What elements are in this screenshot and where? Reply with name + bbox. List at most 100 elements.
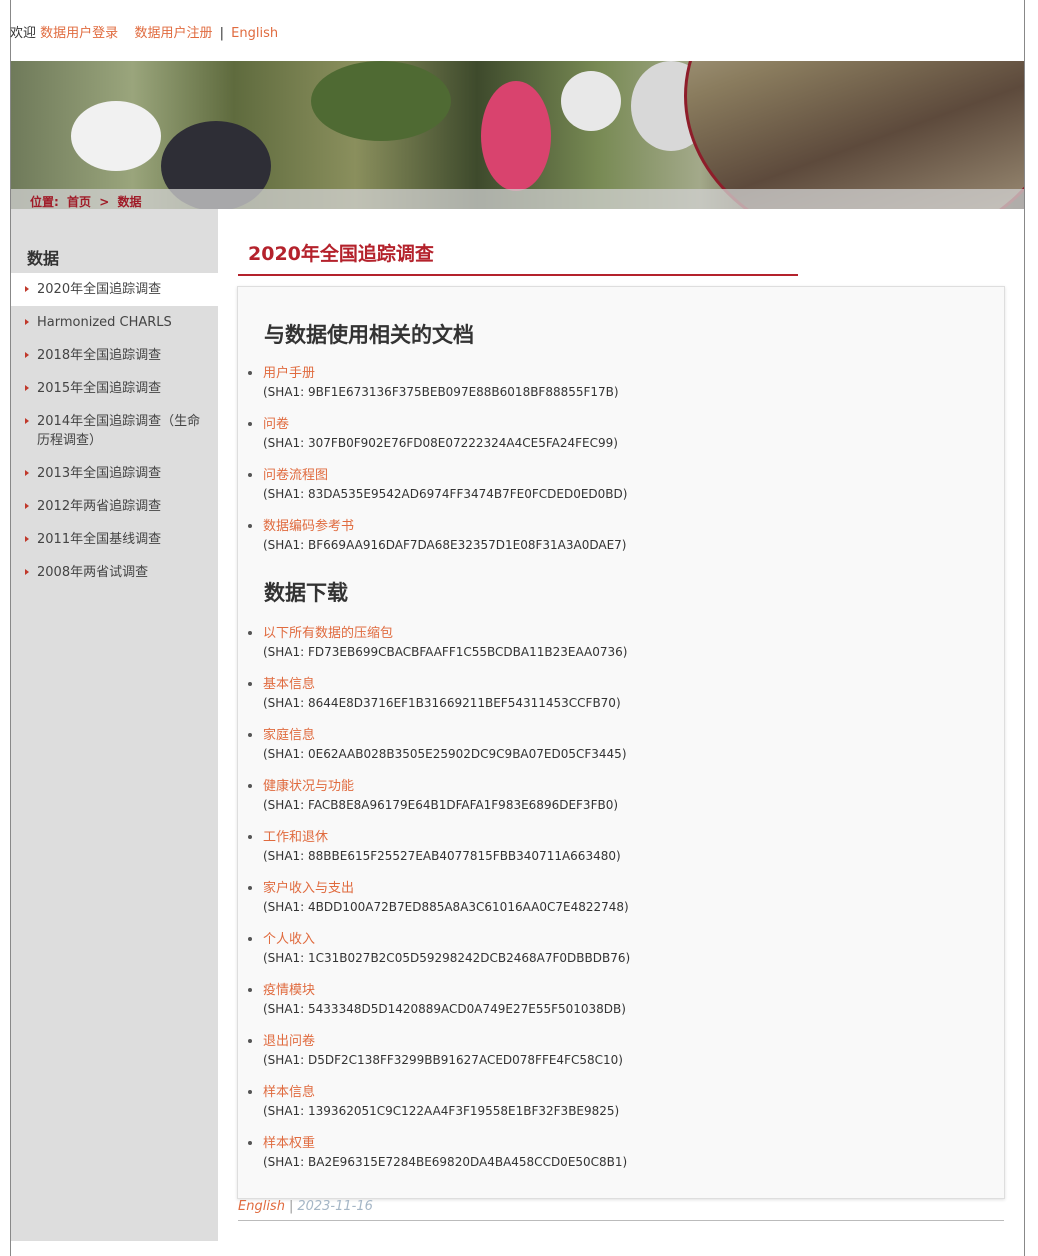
register-link[interactable]: 数据用户注册 (134, 26, 212, 41)
page-border-right (1024, 0, 1025, 1256)
download-link[interactable]: 健康状况与功能 (263, 778, 978, 796)
sha1-hash: (SHA1: 5433348D5D1420889ACD0A749E27E55F5… (263, 1002, 626, 1016)
download-link[interactable]: 基本信息 (263, 676, 978, 694)
breadcrumb: 位置: 首页 > 数据 (30, 193, 145, 210)
bullet-arrow-icon (25, 418, 29, 424)
sidebar: 数据 2020年全国追踪调查 Harmonized CHARLS 2018年全国… (11, 209, 218, 1241)
breadcrumb-current: 数据 (117, 195, 142, 209)
sidebar-nav: 2020年全国追踪调查 Harmonized CHARLS 2018年全国追踪调… (11, 273, 218, 589)
sidebar-item-label: 2020年全国追踪调查 (37, 282, 162, 297)
sidebar-item-label: 2008年两省试调查 (37, 565, 149, 580)
footer-divider (238, 1220, 1004, 1221)
list-item: 样本信息 (SHA1: 139362051C9C122AA4F3F19558E1B… (248, 1084, 978, 1135)
list-item: 数据编码参考书 (SHA1: BF669AA916DAF7DA68E32357D1… (248, 518, 978, 569)
elderly-couple-photo (684, 61, 1024, 209)
download-link[interactable]: 以下所有数据的压缩包 (263, 625, 978, 643)
footer: English | 2023-11-16 (238, 1199, 373, 1214)
list-item: 疫情模块 (SHA1: 5433348D5D1420889ACD0A749E27E… (248, 982, 978, 1033)
bullet-arrow-icon (25, 385, 29, 391)
download-link[interactable]: 退出问卷 (263, 1033, 978, 1051)
list-item: 问卷流程图 (SHA1: 83DA535E9542AD6974FF3474B7FE… (248, 467, 978, 518)
sha1-hash: (SHA1: 1C31B027B2C05D59298242DCB2468A7F0… (263, 951, 631, 965)
sidebar-item-label: Harmonized CHARLS (37, 315, 172, 330)
title-divider (238, 274, 798, 276)
list-item: 问卷 (SHA1: 307FB0F902E76FD08E07222324A4CE5… (248, 416, 978, 467)
sidebar-item-2020[interactable]: 2020年全国追踪调查 (11, 273, 218, 306)
footer-date: 2023-11-16 (297, 1199, 373, 1214)
list-item: 样本权重 (SHA1: BA2E96315E7284BE69820DA4BA458… (248, 1135, 978, 1186)
sha1-hash: (SHA1: D5DF2C138FF3299BB91627ACED078FFE4… (263, 1053, 623, 1067)
download-link[interactable]: 样本信息 (263, 1084, 978, 1102)
content-panel: 与数据使用相关的文档 用户手册 (SHA1: 9BF1E673136F375BEB… (237, 286, 1005, 1199)
sha1-hash: (SHA1: 307FB0F902E76FD08E07222324A4CE5FA… (263, 436, 618, 450)
sha1-hash: (SHA1: 83DA535E9542AD6974FF3474B7FE0FCDE… (263, 487, 628, 501)
breadcrumb-location-label: 位置: (30, 195, 59, 209)
download-link[interactable]: 工作和退休 (263, 829, 978, 847)
list-item: 家户收入与支出 (SHA1: 4BDD100A72B7ED885A8A3C6101… (248, 880, 978, 931)
list-item: 健康状况与功能 (SHA1: FACB8E8A96179E64B1DFAFA1F9… (248, 778, 978, 829)
list-item: 用户手册 (SHA1: 9BF1E673136F375BEB097E88B6018… (248, 365, 978, 416)
download-link[interactable]: 疫情模块 (263, 982, 978, 1000)
download-heading: 数据下载 (264, 581, 348, 605)
top-bar: 欢迎 数据用户登录 数据用户注册 | English (10, 22, 278, 41)
list-item: 家庭信息 (SHA1: 0E62AAB028B3505E25902DC9C9BA0… (248, 727, 978, 778)
welcome-text: 欢迎 (10, 26, 37, 41)
sidebar-item-2018[interactable]: 2018年全国追踪调查 (11, 339, 218, 372)
sidebar-title: 数据 (27, 249, 60, 268)
sidebar-item-2014[interactable]: 2014年全国追踪调查（生命历程调查） (11, 405, 218, 457)
sidebar-item-label: 2018年全国追踪调查 (37, 348, 162, 363)
downloads-list: 以下所有数据的压缩包 (SHA1: FD73EB699CBACBFAAFF1C55… (248, 625, 978, 1186)
login-link[interactable]: 数据用户登录 (40, 26, 118, 41)
download-link[interactable]: 样本权重 (263, 1135, 978, 1153)
docs-heading: 与数据使用相关的文档 (264, 323, 474, 347)
sidebar-item-2008[interactable]: 2008年两省试调查 (11, 556, 218, 589)
list-item: 工作和退休 (SHA1: 88BBE615F25527EAB4077815FBB3… (248, 829, 978, 880)
page-title: 2020年全国追踪调查 (248, 243, 434, 265)
sha1-hash: (SHA1: 88BBE615F25527EAB4077815FBB340711… (263, 849, 621, 863)
bullet-arrow-icon (25, 319, 29, 325)
bullet-arrow-icon (25, 536, 29, 542)
list-item: 基本信息 (SHA1: 8644E8D3716EF1B31669211BEF543… (248, 676, 978, 727)
sidebar-item-label: 2014年全国追踪调查（生命历程调查） (37, 414, 201, 448)
download-link[interactable]: 家户收入与支出 (263, 880, 978, 898)
download-link[interactable]: 个人收入 (263, 931, 978, 949)
sha1-hash: (SHA1: FACB8E8A96179E64B1DFAFA1F983E6896… (263, 798, 619, 812)
topbar-separator: | (219, 26, 224, 41)
english-link[interactable]: English (231, 26, 278, 41)
doc-link[interactable]: 用户手册 (263, 365, 978, 383)
sidebar-item-2015[interactable]: 2015年全国追踪调查 (11, 372, 218, 405)
sha1-hash: (SHA1: 8644E8D3716EF1B31669211BEF5431145… (263, 696, 621, 710)
sha1-hash: (SHA1: 139362051C9C122AA4F3F19558E1BF32F… (263, 1104, 620, 1118)
sidebar-item-2012[interactable]: 2012年两省追踪调查 (11, 490, 218, 523)
sha1-hash: (SHA1: BF669AA916DAF7DA68E32357D1E08F31A… (263, 538, 627, 552)
header-banner-image (11, 61, 1024, 209)
download-link[interactable]: 家庭信息 (263, 727, 978, 745)
sha1-hash: (SHA1: BA2E96315E7284BE69820DA4BA458CCD0… (263, 1155, 628, 1169)
sha1-hash: (SHA1: FD73EB699CBACBFAAFF1C55BCDBA11B23… (263, 645, 628, 659)
sidebar-item-2011[interactable]: 2011年全国基线调查 (11, 523, 218, 556)
sidebar-item-label: 2015年全国追踪调查 (37, 381, 162, 396)
bullet-arrow-icon (25, 470, 29, 476)
docs-list: 用户手册 (SHA1: 9BF1E673136F375BEB097E88B6018… (248, 365, 978, 569)
doc-link[interactable]: 问卷 (263, 416, 978, 434)
list-item: 个人收入 (SHA1: 1C31B027B2C05D59298242DCB2468… (248, 931, 978, 982)
sha1-hash: (SHA1: 0E62AAB028B3505E25902DC9C9BA07ED0… (263, 747, 627, 761)
doc-link[interactable]: 问卷流程图 (263, 467, 978, 485)
list-item: 以下所有数据的压缩包 (SHA1: FD73EB699CBACBFAAFF1C55… (248, 625, 978, 676)
breadcrumb-arrow: > (99, 195, 110, 209)
sidebar-item-2013[interactable]: 2013年全国追踪调查 (11, 457, 218, 490)
bullet-arrow-icon (25, 569, 29, 575)
bullet-arrow-icon (25, 352, 29, 358)
sidebar-item-label: 2011年全国基线调查 (37, 532, 162, 547)
bullet-arrow-icon (25, 286, 29, 292)
sidebar-item-label: 2012年两省追踪调查 (37, 499, 162, 514)
footer-english-link[interactable]: English (238, 1199, 285, 1214)
breadcrumb-home-link[interactable]: 首页 (67, 195, 91, 209)
footer-separator: | (288, 1199, 294, 1214)
sha1-hash: (SHA1: 9BF1E673136F375BEB097E88B6018BF88… (263, 385, 619, 399)
doc-link[interactable]: 数据编码参考书 (263, 518, 978, 536)
sha1-hash: (SHA1: 4BDD100A72B7ED885A8A3C61016AA0C7E… (263, 900, 629, 914)
sidebar-item-harmonized[interactable]: Harmonized CHARLS (11, 306, 218, 339)
list-item: 退出问卷 (SHA1: D5DF2C138FF3299BB91627ACED078… (248, 1033, 978, 1084)
sidebar-item-label: 2013年全国追踪调查 (37, 466, 162, 481)
